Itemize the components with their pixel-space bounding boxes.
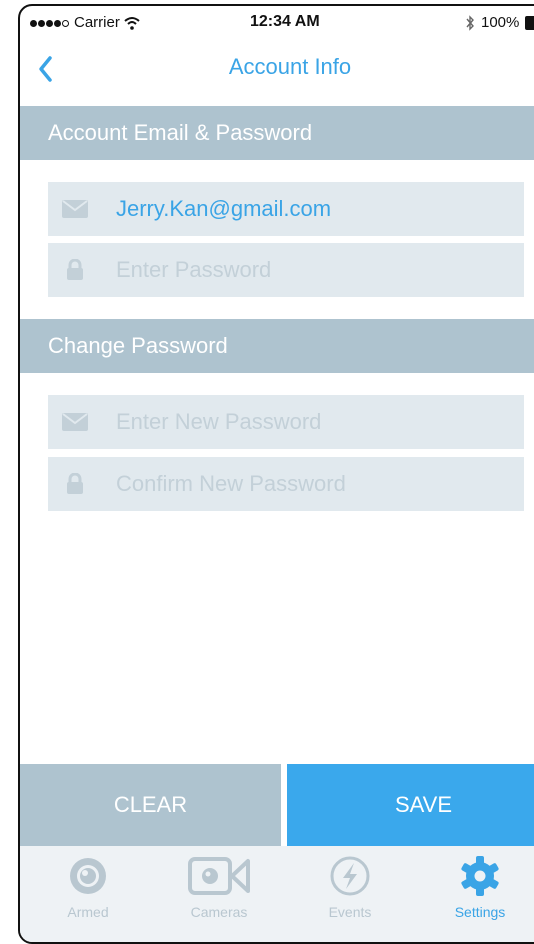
email-value: Jerry.Kan@gmail.com [116, 196, 332, 221]
lock-icon [62, 257, 88, 283]
confirm-password-placeholder: Confirm New Password [116, 471, 346, 496]
confirm-password-field[interactable]: Confirm New Password [48, 457, 524, 511]
status-time: 12:34 AM [250, 13, 320, 30]
clear-button[interactable]: CLEAR [20, 764, 281, 846]
tab-label-armed: Armed [67, 904, 109, 920]
navigation-bar: Account Info [20, 40, 534, 100]
gear-icon [420, 854, 534, 898]
battery-icon [525, 15, 534, 30]
signal-strength-icon [30, 14, 70, 31]
password-placeholder: Enter Password [116, 257, 272, 282]
camera-icon [159, 854, 279, 898]
tab-bar: Armed Cameras Events Settings [20, 846, 534, 942]
tab-events[interactable]: Events [290, 854, 410, 920]
section-header-change-password: Change Password [20, 319, 534, 373]
tab-armed[interactable]: Armed [28, 854, 148, 920]
carrier-name: Carrier [74, 14, 120, 31]
armed-icon [28, 854, 148, 898]
tab-cameras[interactable]: Cameras [159, 854, 279, 920]
bluetooth-icon [466, 14, 474, 31]
battery-indicator: 100% [465, 14, 534, 31]
tab-label-settings: Settings [454, 904, 506, 920]
page-title: Account Info [228, 54, 352, 79]
mail-icon [62, 196, 88, 222]
section-header-account: Account Email & Password [20, 106, 534, 160]
save-button[interactable]: SAVE [287, 764, 534, 846]
tab-label-cameras: Cameras [190, 904, 248, 920]
tab-settings[interactable]: Settings [420, 854, 534, 920]
email-field[interactable]: Jerry.Kan@gmail.com [48, 182, 524, 236]
password-field[interactable]: Enter Password [48, 243, 524, 297]
new-password-field[interactable]: Enter New Password [48, 395, 524, 449]
status-bar: Carrier 12:34 AM 100% [20, 6, 534, 40]
phone-frame: Carrier 12:34 AM 100% Account Info Accou… [18, 4, 534, 944]
lightning-icon [290, 854, 410, 898]
wifi-icon [124, 16, 140, 30]
lock-icon [62, 471, 88, 497]
tab-label-events: Events [328, 904, 372, 920]
battery-percent: 100% [481, 14, 520, 31]
new-password-placeholder: Enter New Password [116, 409, 322, 434]
carrier-indicator: Carrier [30, 14, 140, 31]
mail-icon [62, 409, 88, 435]
